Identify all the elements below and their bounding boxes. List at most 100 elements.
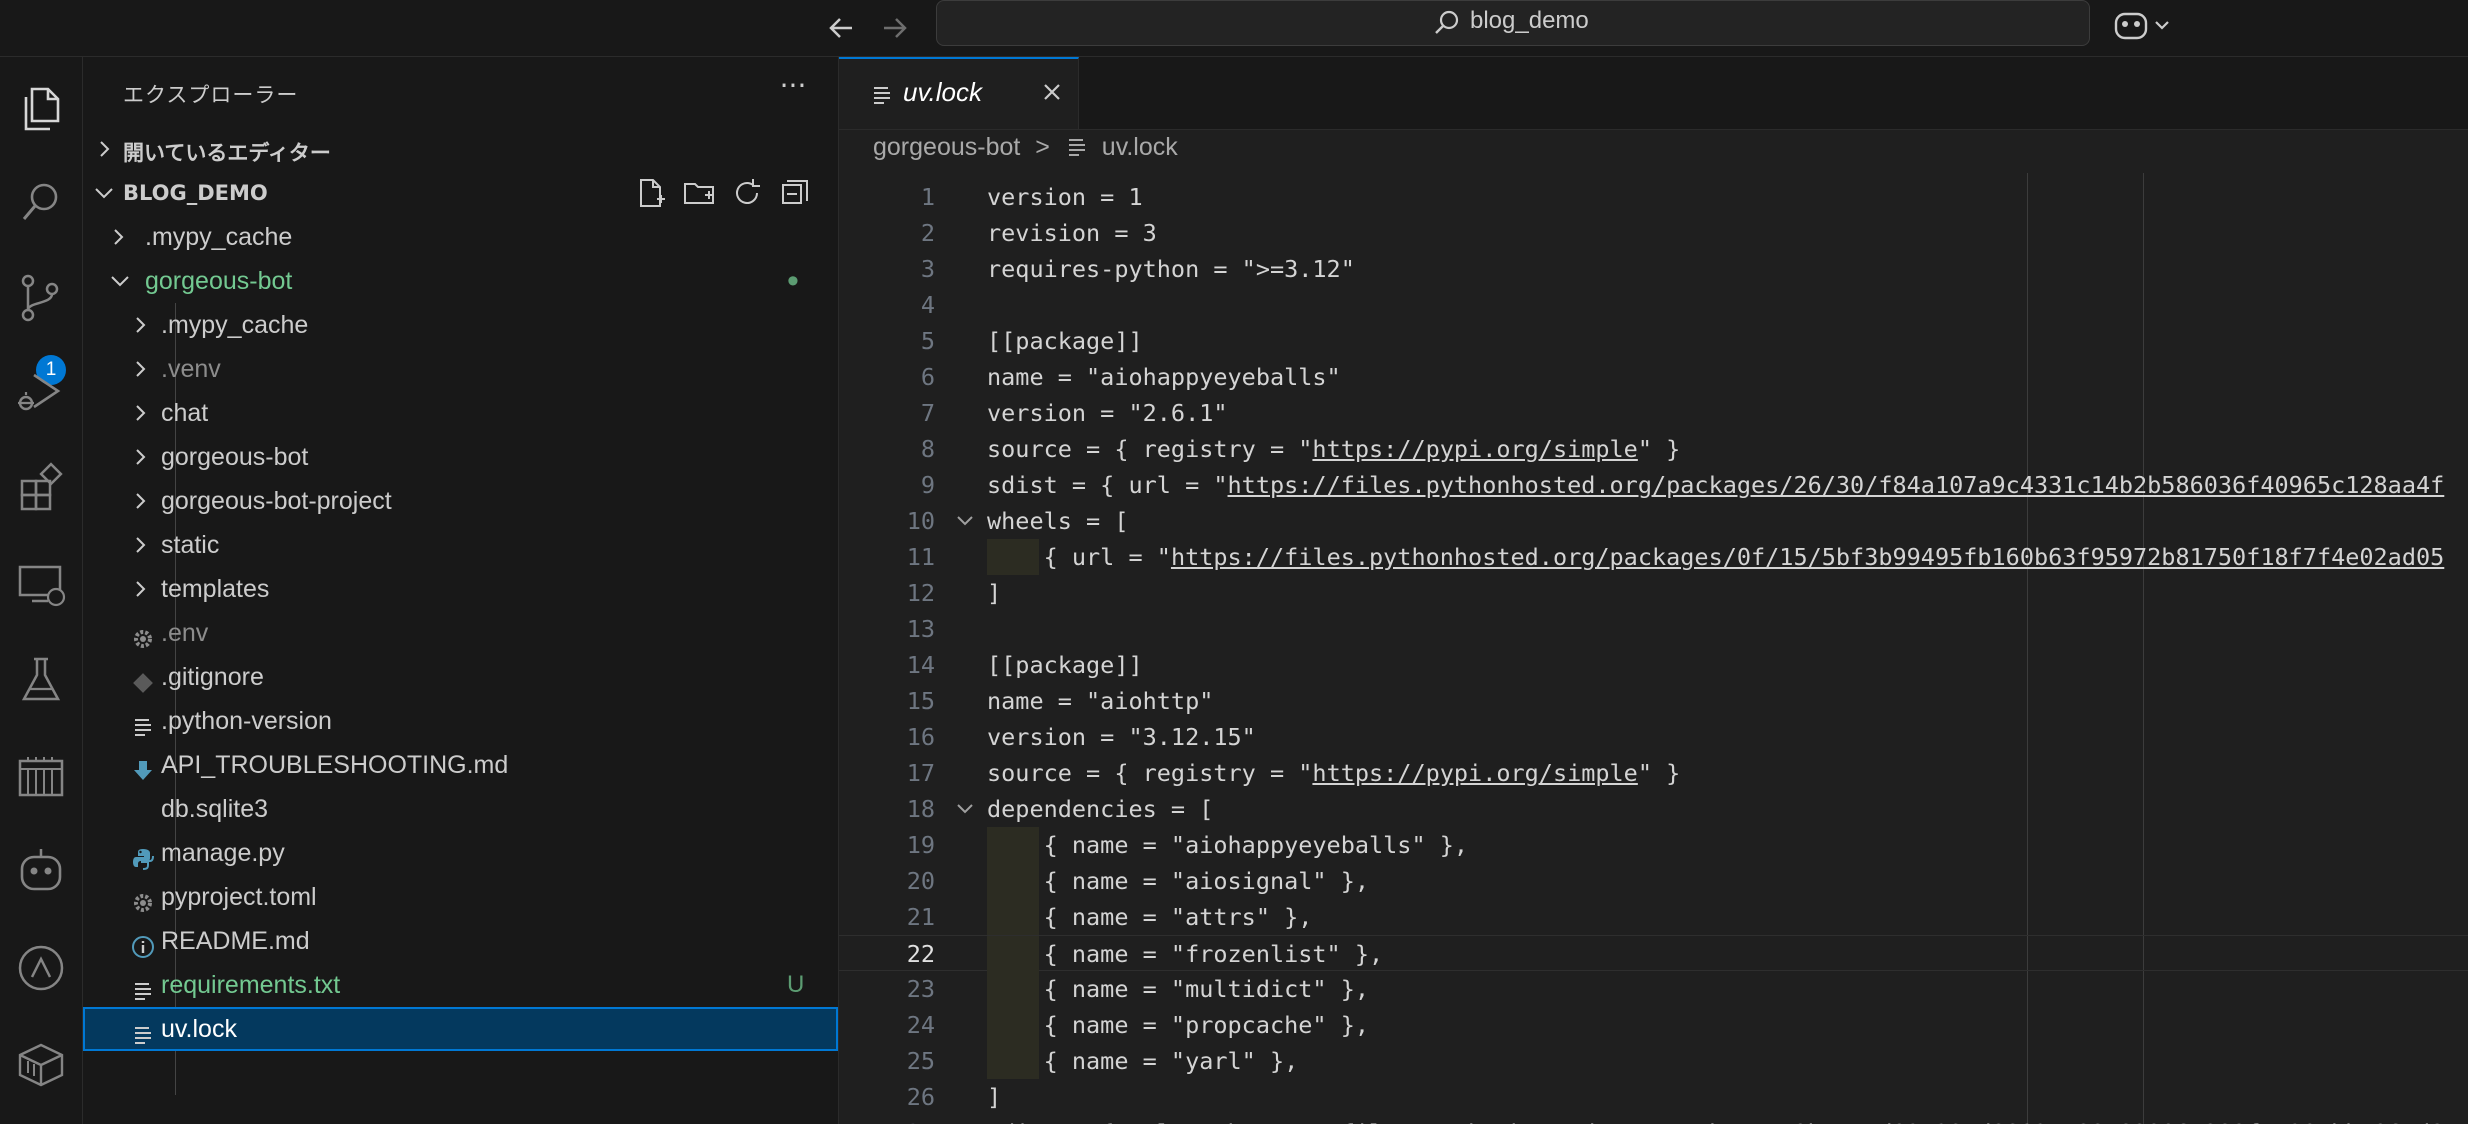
tree-item-label: .mypy_cache xyxy=(145,223,293,251)
tree-item[interactable]: .python-version xyxy=(83,699,838,743)
code-link[interactable]: https://files.pythonhosted.org/packages/… xyxy=(1171,543,2444,571)
info-icon xyxy=(131,929,155,958)
git-icon xyxy=(131,665,155,693)
python-icon xyxy=(131,841,155,870)
code-line: 11 { url = "https://files.pythonhosted.o… xyxy=(839,539,2468,575)
open-editors-section[interactable]: 開いているエディター xyxy=(83,127,838,171)
tree-item-label: chat xyxy=(161,399,209,427)
tree-item[interactable]: static xyxy=(83,523,838,567)
workspace-section[interactable]: BLOG_DEMO xyxy=(83,171,838,215)
tree-item[interactable]: .mypy_cache xyxy=(83,303,838,347)
code-line: 15 name = "aiohttp" xyxy=(839,683,2468,719)
breadcrumb-folder[interactable]: gorgeous-bot xyxy=(873,133,1020,161)
tab-bar: uv.lock xyxy=(839,57,2468,130)
new-file-icon[interactable] xyxy=(633,175,669,211)
code-text: { name = "attrs" }, xyxy=(987,903,1313,931)
open-editors-label: 開いているエディター xyxy=(123,141,331,165)
container-icon[interactable] xyxy=(12,1035,70,1093)
tree-item-label: gorgeous-bot xyxy=(145,267,293,295)
chevron-right-icon xyxy=(131,347,151,391)
run-debug-icon[interactable] xyxy=(12,363,70,421)
line-number: 24 xyxy=(906,1011,935,1039)
code-editor[interactable]: 1 version = 1 2 revision = 3 3 requires-pytho… xyxy=(839,173,2468,1124)
tree-item-label: pyproject.toml xyxy=(161,883,317,911)
code-link[interactable]: https://pypi.org/simple xyxy=(1312,435,1637,463)
refresh-icon[interactable] xyxy=(729,175,765,211)
tree-item[interactable]: .venv xyxy=(83,347,838,391)
remote-explorer-icon[interactable] xyxy=(12,555,70,613)
back-arrow-icon[interactable] xyxy=(822,6,862,50)
forward-arrow-icon[interactable] xyxy=(874,6,914,50)
explorer-sidebar: エクスプローラー ··· 開いているエディター BLOG_DEMO .mypy_… xyxy=(83,57,839,1124)
line-number: 17 xyxy=(906,759,935,787)
line-number: 9 xyxy=(920,471,935,499)
fold-chevron-down-icon[interactable] xyxy=(953,791,977,827)
search-icon[interactable] xyxy=(12,173,70,231)
new-folder-icon[interactable] xyxy=(681,175,717,211)
tree-item-label: .venv xyxy=(161,355,221,383)
code-text: { name = "yarl" }, xyxy=(987,1047,1299,1075)
tree-item[interactable]: requirements.txt U xyxy=(83,963,838,1007)
tree-item[interactable]: uv.lock xyxy=(83,1007,838,1051)
copilot-chat-icon[interactable] xyxy=(12,843,70,901)
tree-item[interactable]: .mypy_cache xyxy=(83,215,838,259)
line-number: 15 xyxy=(906,687,935,715)
line-number: 12 xyxy=(906,579,935,607)
ai-icon[interactable] xyxy=(12,939,70,997)
extensions-icon[interactable] xyxy=(12,459,70,517)
line-number: 6 xyxy=(920,363,935,391)
code-text: sdist = { url = "https://files.pythonhos… xyxy=(987,471,2445,499)
editor-area: uv.lock gorgeous-bot > uv.lock 1 version … xyxy=(839,57,2468,1124)
testing-icon[interactable] xyxy=(12,651,70,709)
tree-item[interactable]: templates xyxy=(83,567,838,611)
tree-item[interactable]: .env xyxy=(83,611,838,655)
code-link[interactable]: https://files.pythonhosted.org/packages/… xyxy=(1228,471,2445,499)
tree-item-label: uv.lock xyxy=(161,1015,237,1043)
collapse-all-icon[interactable] xyxy=(777,175,813,211)
code-text: source = { registry = "https://pypi.org/… xyxy=(987,435,1681,463)
chevron-right-icon xyxy=(100,141,110,157)
tree-item[interactable]: db.sqlite3 xyxy=(83,787,838,831)
code-line: 6 name = "aiohappyeyeballs" xyxy=(839,359,2468,395)
explorer-icon[interactable] xyxy=(12,79,70,137)
tree-item[interactable]: manage.py xyxy=(83,831,838,875)
workspace-label: BLOG_DEMO xyxy=(123,181,268,205)
file-lines-icon xyxy=(131,1017,155,1044)
fold-chevron-down-icon[interactable] xyxy=(953,503,977,539)
tree-item[interactable]: .gitignore xyxy=(83,655,838,699)
project-board-icon[interactable] xyxy=(12,747,70,805)
breadcrumb-file[interactable]: uv.lock xyxy=(1102,133,1178,161)
more-actions-icon[interactable]: ··· xyxy=(773,69,813,105)
code-text: [[package]] xyxy=(987,327,1143,355)
code-link[interactable]: https://files.pythonhosted.org/packages/… xyxy=(1228,1119,2445,1124)
source-control-icon[interactable] xyxy=(12,269,70,327)
close-icon[interactable] xyxy=(1035,75,1069,109)
code-text: ] xyxy=(987,579,1002,607)
tab-uv-lock[interactable]: uv.lock xyxy=(839,57,1079,129)
line-number: 22 xyxy=(906,940,935,968)
code-line: 22 { name = "frozenlist" }, xyxy=(839,935,2468,972)
tree-item-label: requirements.txt xyxy=(161,971,341,999)
command-center-label: blog_demo xyxy=(1470,7,1589,34)
markdown-download-icon xyxy=(131,753,155,780)
tree-item[interactable]: gorgeous-bot xyxy=(83,435,838,479)
line-number: 8 xyxy=(920,435,935,463)
line-number: 19 xyxy=(906,831,935,859)
code-line: 16 version = "3.12.15" xyxy=(839,719,2468,755)
line-number: 14 xyxy=(906,651,935,679)
git-untracked-badge: U xyxy=(787,971,805,998)
tree-item[interactable]: chat xyxy=(83,391,838,435)
code-text: { name = "frozenlist" }, xyxy=(987,940,1384,968)
code-line: 20 { name = "aiosignal" }, xyxy=(839,863,2468,899)
tree-item[interactable]: pyproject.toml xyxy=(83,875,838,919)
line-number: 23 xyxy=(906,975,935,1003)
tree-item[interactable]: gorgeous-bot • xyxy=(83,259,838,303)
code-link[interactable]: https://pypi.org/simple xyxy=(1312,759,1637,787)
tree-item[interactable]: gorgeous-bot-project xyxy=(83,479,838,523)
tree-item[interactable]: README.md xyxy=(83,919,838,963)
chevron-right-icon xyxy=(131,479,151,523)
copilot-icon[interactable] xyxy=(2112,6,2176,46)
chevron-right-icon xyxy=(131,435,151,479)
tree-item[interactable]: API_TROUBLESHOOTING.md xyxy=(83,743,838,787)
code-text: dependencies = [ xyxy=(987,795,1214,823)
